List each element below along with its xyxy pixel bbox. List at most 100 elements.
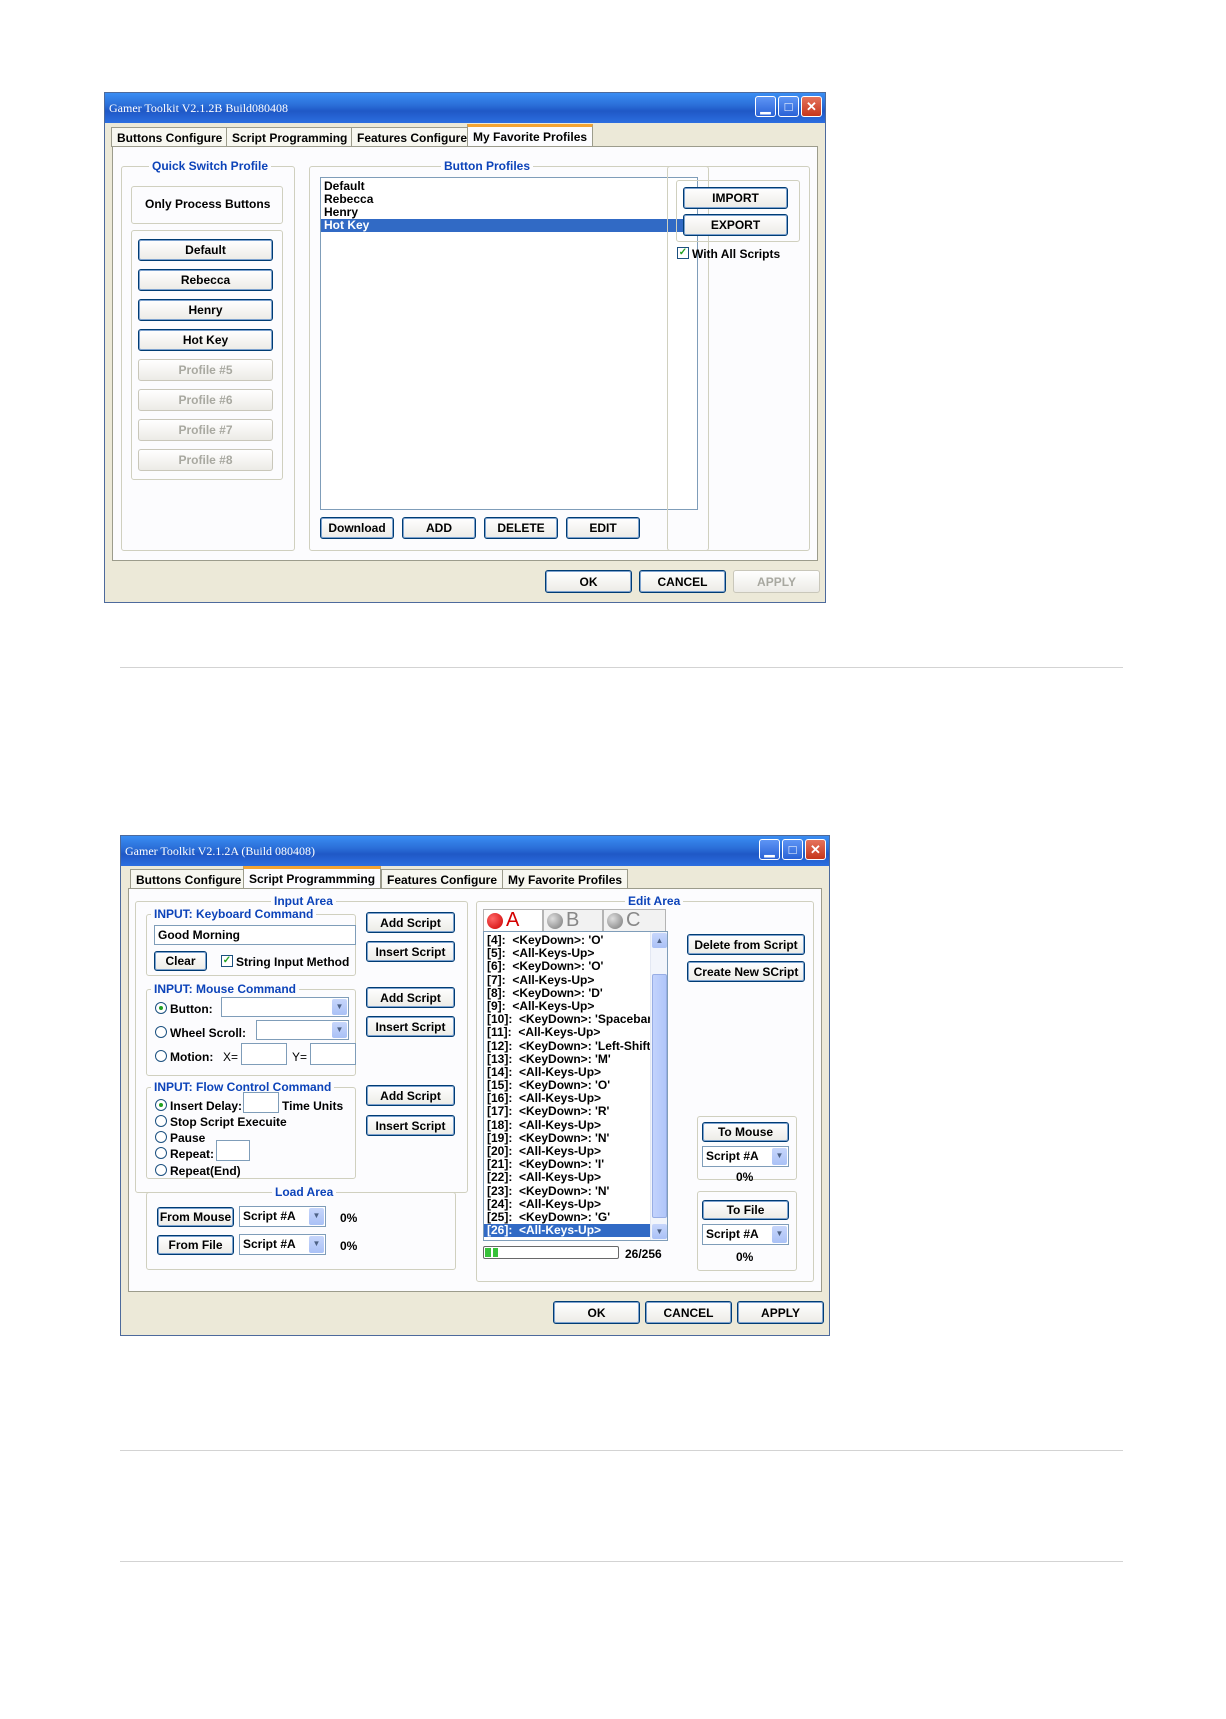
quick-profile-hot-key[interactable]: Hot Key [138, 329, 273, 351]
pause-radio[interactable] [155, 1131, 167, 1143]
repeat-end-radio[interactable] [155, 1164, 167, 1176]
from-mouse-button[interactable]: From Mouse [157, 1207, 234, 1227]
minimize-icon[interactable]: ▁ [759, 839, 780, 860]
ok-button[interactable]: OK [553, 1301, 640, 1324]
maximize-icon[interactable]: □ [782, 839, 803, 860]
motion-x-input[interactable] [241, 1043, 287, 1065]
motion-radio[interactable] [155, 1050, 167, 1062]
cancel-button[interactable]: CANCEL [645, 1301, 732, 1324]
quick-profile-default[interactable]: Default [138, 239, 273, 261]
select-value: Script #A [243, 1209, 296, 1223]
quick-profile-rebecca[interactable]: Rebecca [138, 269, 273, 291]
delete-profile-button[interactable]: DELETE [484, 517, 558, 539]
from-file-button[interactable]: From File [157, 1235, 234, 1255]
mouse-insert-script-button[interactable]: Insert Script [366, 1016, 455, 1037]
script-line[interactable]: [12]: <KeyDown>: 'Left-Shift' [484, 1039, 653, 1053]
motion-y-input[interactable] [310, 1043, 356, 1065]
to-file-script-select[interactable]: Script #A ▼ [702, 1224, 789, 1245]
export-button[interactable]: EXPORT [683, 214, 788, 236]
script-line-selected[interactable]: [26]: <All-Keys-Up> [484, 1223, 652, 1238]
with-all-scripts-checkbox[interactable]: ✓ [677, 247, 689, 259]
list-item[interactable]: Henry [321, 206, 697, 219]
cancel-button[interactable]: CANCEL [639, 570, 726, 593]
tab-my-favorite-profiles[interactable]: My Favorite Profiles [502, 869, 629, 889]
keyboard-text-input[interactable]: Good Morning [154, 925, 356, 945]
chevron-down-icon[interactable]: ▼ [309, 1208, 324, 1225]
delete-from-script-button[interactable]: Delete from Script [687, 934, 805, 955]
repeat-input[interactable] [216, 1140, 250, 1161]
tab-script-programmming[interactable]: Script Programmming [243, 866, 382, 889]
script-line[interactable]: [23]: <KeyDown>: 'N' [484, 1184, 652, 1198]
import-button[interactable]: IMPORT [683, 187, 788, 209]
ok-button[interactable]: OK [545, 570, 632, 593]
script-line[interactable]: [24]: <All-Keys-Up> [484, 1197, 652, 1211]
scrollbar[interactable]: ▲ ▼ [650, 932, 667, 1240]
quick-profile-8: Profile #8 [138, 449, 273, 471]
script-line[interactable]: [22]: <All-Keys-Up> [484, 1171, 652, 1184]
script-tab-b[interactable]: B [543, 909, 603, 931]
load-mouse-script-select[interactable]: Script #A ▼ [239, 1206, 326, 1227]
button-radio[interactable] [155, 1002, 167, 1014]
insert-delay-radio[interactable] [155, 1099, 167, 1111]
flow-add-script-button[interactable]: Add Script [366, 1085, 455, 1106]
add-profile-button[interactable]: ADD [402, 517, 476, 539]
close-icon[interactable]: ✕ [801, 96, 822, 117]
chevron-down-icon[interactable]: ▼ [772, 1226, 787, 1243]
repeat-radio[interactable] [155, 1147, 167, 1159]
divider [120, 1561, 1123, 1562]
script-tab-c[interactable]: C [603, 909, 666, 931]
list-item-selected[interactable]: Hot Key [321, 219, 697, 232]
script-line[interactable]: [6]: <KeyDown>: 'O' [484, 960, 652, 973]
script-tab-a[interactable]: A [483, 909, 543, 931]
script-line[interactable]: [7]: <All-Keys-Up> [484, 973, 652, 987]
button-profiles-list[interactable]: Default Rebecca Henry Hot Key [320, 177, 698, 510]
script-line[interactable]: [8]: <KeyDown>: 'D' [484, 986, 652, 1000]
script-line[interactable]: [11]: <All-Keys-Up> [484, 1026, 652, 1039]
tab-script-programming[interactable]: Script Programming [226, 127, 354, 147]
tab-buttons-configure[interactable]: Buttons Configure [130, 869, 248, 889]
list-item[interactable]: Default [321, 180, 697, 193]
keyboard-insert-script-button[interactable]: Insert Script [366, 941, 455, 962]
download-button[interactable]: Download [320, 517, 394, 539]
chevron-down-icon[interactable]: ▼ [332, 1022, 347, 1038]
script-list[interactable]: [4]: <KeyDown>: 'O' [5]: <All-Keys-Up> [6]… [483, 931, 668, 1241]
to-file-button[interactable]: To File [702, 1200, 789, 1220]
mouse-button-select[interactable]: ▼ [221, 997, 349, 1017]
script-line[interactable]: [18]: <All-Keys-Up> [484, 1118, 652, 1132]
flow-insert-script-button[interactable]: Insert Script [366, 1115, 455, 1136]
apply-button[interactable]: APPLY [733, 570, 820, 593]
wheel-scroll-select[interactable]: ▼ [256, 1020, 349, 1040]
tab-features-configure[interactable]: Features Configure [381, 869, 504, 889]
edit-profile-button[interactable]: EDIT [566, 517, 640, 539]
scroll-up-icon[interactable]: ▲ [652, 933, 667, 948]
to-mouse-button[interactable]: To Mouse [702, 1122, 789, 1142]
tab-features-configure[interactable]: Features Configure [351, 127, 474, 147]
insert-delay-input[interactable] [243, 1092, 279, 1113]
chevron-down-icon[interactable]: ▼ [309, 1236, 324, 1253]
clear-button[interactable]: Clear [154, 951, 207, 971]
apply-button[interactable]: APPLY [737, 1301, 824, 1324]
create-new-script-button[interactable]: Create New SCript [687, 961, 805, 982]
chevron-down-icon[interactable]: ▼ [772, 1148, 787, 1165]
chevron-down-icon[interactable]: ▼ [332, 999, 347, 1015]
load-file-script-select[interactable]: Script #A ▼ [239, 1234, 326, 1255]
script-line[interactable]: [13]: <KeyDown>: 'M' [484, 1052, 652, 1066]
keyboard-add-script-button[interactable]: Add Script [366, 912, 455, 933]
select-value: Script #A [706, 1227, 759, 1241]
to-mouse-script-select[interactable]: Script #A ▼ [702, 1146, 789, 1167]
stop-radio[interactable] [155, 1115, 167, 1127]
scrollbar-thumb[interactable] [652, 974, 667, 1218]
script-line[interactable]: [17]: <KeyDown>: 'R' [484, 1105, 652, 1118]
list-item[interactable]: Rebecca [321, 193, 697, 206]
minimize-icon[interactable]: ▁ [755, 96, 776, 117]
string-input-checkbox[interactable]: ✓ [221, 955, 233, 967]
close-icon[interactable]: ✕ [805, 839, 826, 860]
tab-my-favorite-profiles[interactable]: My Favorite Profiles [467, 124, 594, 147]
button-radio-label: Button: [170, 1002, 213, 1016]
quick-profile-henry[interactable]: Henry [138, 299, 273, 321]
scroll-down-icon[interactable]: ▼ [652, 1224, 667, 1239]
maximize-icon[interactable]: □ [778, 96, 799, 117]
tab-buttons-configure[interactable]: Buttons Configure [111, 127, 229, 147]
mouse-add-script-button[interactable]: Add Script [366, 987, 455, 1008]
wheel-scroll-radio[interactable] [155, 1026, 167, 1038]
